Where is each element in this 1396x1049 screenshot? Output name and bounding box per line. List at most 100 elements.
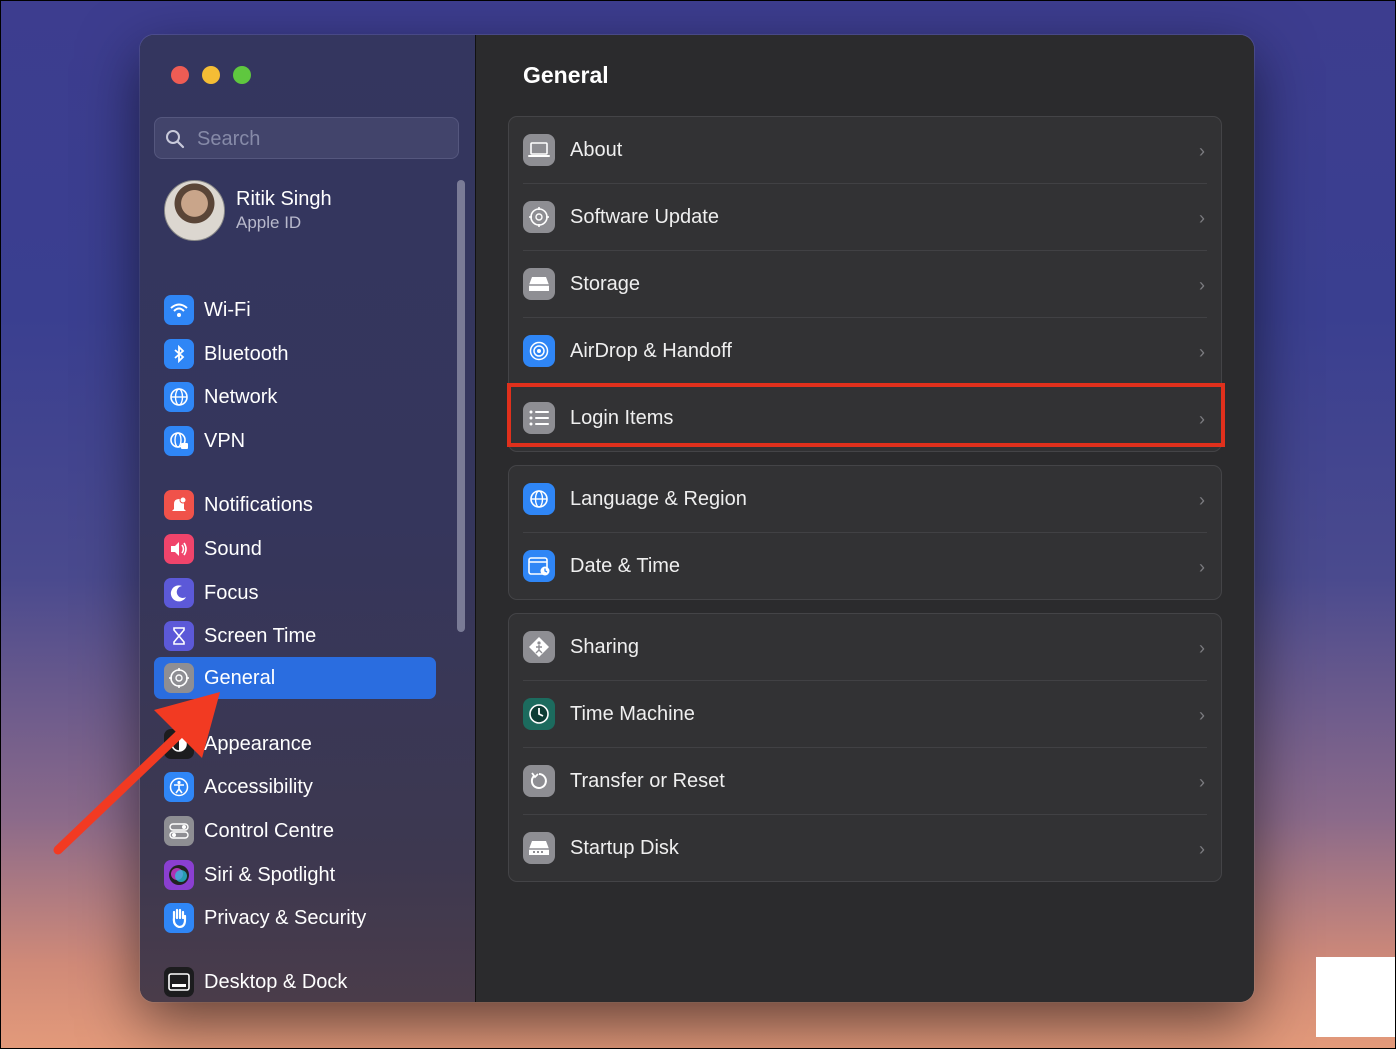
row-label: Language & Region — [570, 488, 747, 510]
sidebar-item-wi-fi[interactable]: Wi-Fi — [154, 289, 436, 331]
chevron-right-icon: › — [1199, 839, 1205, 859]
sidebar-item-vpn[interactable]: VPN — [154, 420, 436, 462]
row-label: Transfer or Reset — [570, 770, 725, 792]
sidebar-item-label: Appearance — [204, 733, 312, 755]
moon-icon — [164, 578, 194, 608]
sidebar-scrollbar[interactable] — [457, 180, 465, 632]
sidebar-item-focus[interactable]: Focus — [154, 572, 436, 614]
sidebar: Ritik Singh Apple ID Wi-Fi Bluetooth Netwo… — [140, 35, 476, 1002]
laptop-icon — [523, 134, 555, 166]
reset-icon — [523, 765, 555, 797]
search-field[interactable] — [154, 117, 459, 159]
sidebar-item-network[interactable]: Network — [154, 376, 436, 418]
globe-icon — [164, 382, 194, 412]
accessibility-icon — [164, 772, 194, 802]
chevron-right-icon: › — [1199, 557, 1205, 577]
sidebar-item-label: Focus — [204, 582, 259, 604]
chevron-right-icon: › — [1199, 409, 1205, 429]
sidebar-item-notifications[interactable]: Notifications — [154, 484, 436, 526]
row-label: AirDrop & Handoff — [570, 340, 732, 362]
airdrop-icon — [523, 335, 555, 367]
sidebar-item-label: Wi-Fi — [204, 299, 251, 321]
sidebar-item-desktop-dock[interactable]: Desktop & Dock — [154, 961, 436, 1002]
vpn-globe-icon — [164, 426, 194, 456]
profile-name: Ritik Singh — [236, 188, 332, 210]
calendar-clock-icon — [523, 550, 555, 582]
time-machine-icon — [523, 698, 555, 730]
control-centre-icon — [164, 816, 194, 846]
hand-icon — [164, 903, 194, 933]
sidebar-item-label: Desktop & Dock — [204, 971, 348, 993]
avatar — [164, 180, 225, 241]
sidebar-item-label: Sound — [204, 538, 262, 560]
sidebar-item-label: Notifications — [204, 494, 313, 516]
siri-icon — [164, 860, 194, 890]
row-about[interactable]: About › — [509, 117, 1221, 184]
sidebar-item-appearance[interactable]: Appearance — [154, 723, 436, 765]
row-airdrop-handoff[interactable]: AirDrop & Handoff › — [509, 318, 1221, 385]
sidebar-item-accessibility[interactable]: Accessibility — [154, 766, 436, 808]
row-label: Date & Time — [570, 555, 681, 577]
watermark-box — [1316, 957, 1396, 1037]
chevron-right-icon: › — [1199, 208, 1205, 228]
chevron-right-icon: › — [1199, 342, 1205, 362]
hourglass-icon — [164, 621, 194, 651]
page-title: General — [523, 62, 609, 88]
search-input[interactable] — [195, 126, 449, 152]
row-label: About — [570, 139, 623, 161]
sidebar-item-label: VPN — [204, 430, 246, 452]
sidebar-item-siri-spotlight[interactable]: Siri & Spotlight — [154, 854, 436, 896]
settings-group: Sharing › Time Machine › Transfer or Reset › S… — [508, 613, 1222, 882]
wifi-icon — [164, 295, 194, 325]
sidebar-item-general[interactable]: General — [154, 657, 436, 699]
sharing-icon — [523, 631, 555, 663]
sidebar-item-screen-time[interactable]: Screen Time — [154, 615, 436, 657]
sidebar-item-label: Siri & Spotlight — [204, 864, 336, 886]
speaker-icon — [164, 534, 194, 564]
chevron-right-icon: › — [1199, 638, 1205, 658]
close-window-button[interactable] — [171, 66, 189, 84]
row-storage[interactable]: Storage › — [509, 251, 1221, 318]
sidebar-item-bluetooth[interactable]: Bluetooth — [154, 333, 436, 375]
sidebar-item-label: Screen Time — [204, 625, 317, 647]
minimize-window-button[interactable] — [202, 66, 220, 84]
settings-group: About › Software Update › Storage › AirDrop & … — [508, 116, 1222, 452]
sidebar-item-label: Control Centre — [204, 820, 335, 842]
gear-update-icon — [523, 201, 555, 233]
row-login-items[interactable]: Login Items › — [509, 385, 1221, 452]
row-software-update[interactable]: Software Update › — [509, 184, 1221, 251]
sidebar-item-sound[interactable]: Sound — [154, 528, 436, 570]
gear-icon — [164, 663, 194, 693]
bell-icon — [164, 490, 194, 520]
drive-icon — [523, 268, 555, 300]
row-label: Storage — [570, 273, 641, 295]
sidebar-item-label: Bluetooth — [204, 343, 289, 365]
sidebar-item-label: Network — [204, 386, 278, 408]
apple-id-profile[interactable]: Ritik Singh Apple ID — [164, 180, 454, 242]
row-time-machine[interactable]: Time Machine › — [509, 681, 1221, 748]
row-sharing[interactable]: Sharing › — [509, 614, 1221, 681]
chevron-right-icon: › — [1199, 772, 1205, 792]
chevron-right-icon: › — [1199, 275, 1205, 295]
row-language-region[interactable]: Language & Region › — [509, 466, 1221, 533]
row-label: Software Update — [570, 206, 719, 228]
row-transfer-or-reset[interactable]: Transfer or Reset › — [509, 748, 1221, 815]
sidebar-item-control-centre[interactable]: Control Centre — [154, 810, 436, 852]
sidebar-item-label: Accessibility — [204, 776, 313, 798]
profile-subtitle: Apple ID — [236, 213, 302, 232]
settings-window: Ritik Singh Apple ID Wi-Fi Bluetooth Netwo… — [140, 35, 1254, 1002]
dock-icon — [164, 967, 194, 997]
appearance-icon — [164, 729, 194, 759]
row-startup-disk[interactable]: Startup Disk › — [509, 815, 1221, 882]
settings-group: Language & Region › Date & Time › — [508, 465, 1222, 600]
row-label: Startup Disk — [570, 837, 679, 859]
row-date-time[interactable]: Date & Time › — [509, 533, 1221, 600]
bluetooth-icon — [164, 339, 194, 369]
sidebar-item-label: Privacy & Security — [204, 907, 367, 929]
sidebar-item-label: General — [204, 667, 276, 689]
main-pane: General About › Software Update › Storage › Ai… — [476, 35, 1254, 1002]
zoom-window-button[interactable] — [233, 66, 251, 84]
search-icon — [166, 130, 185, 149]
sidebar-item-privacy-security[interactable]: Privacy & Security — [154, 897, 436, 939]
list-icon — [523, 402, 555, 434]
